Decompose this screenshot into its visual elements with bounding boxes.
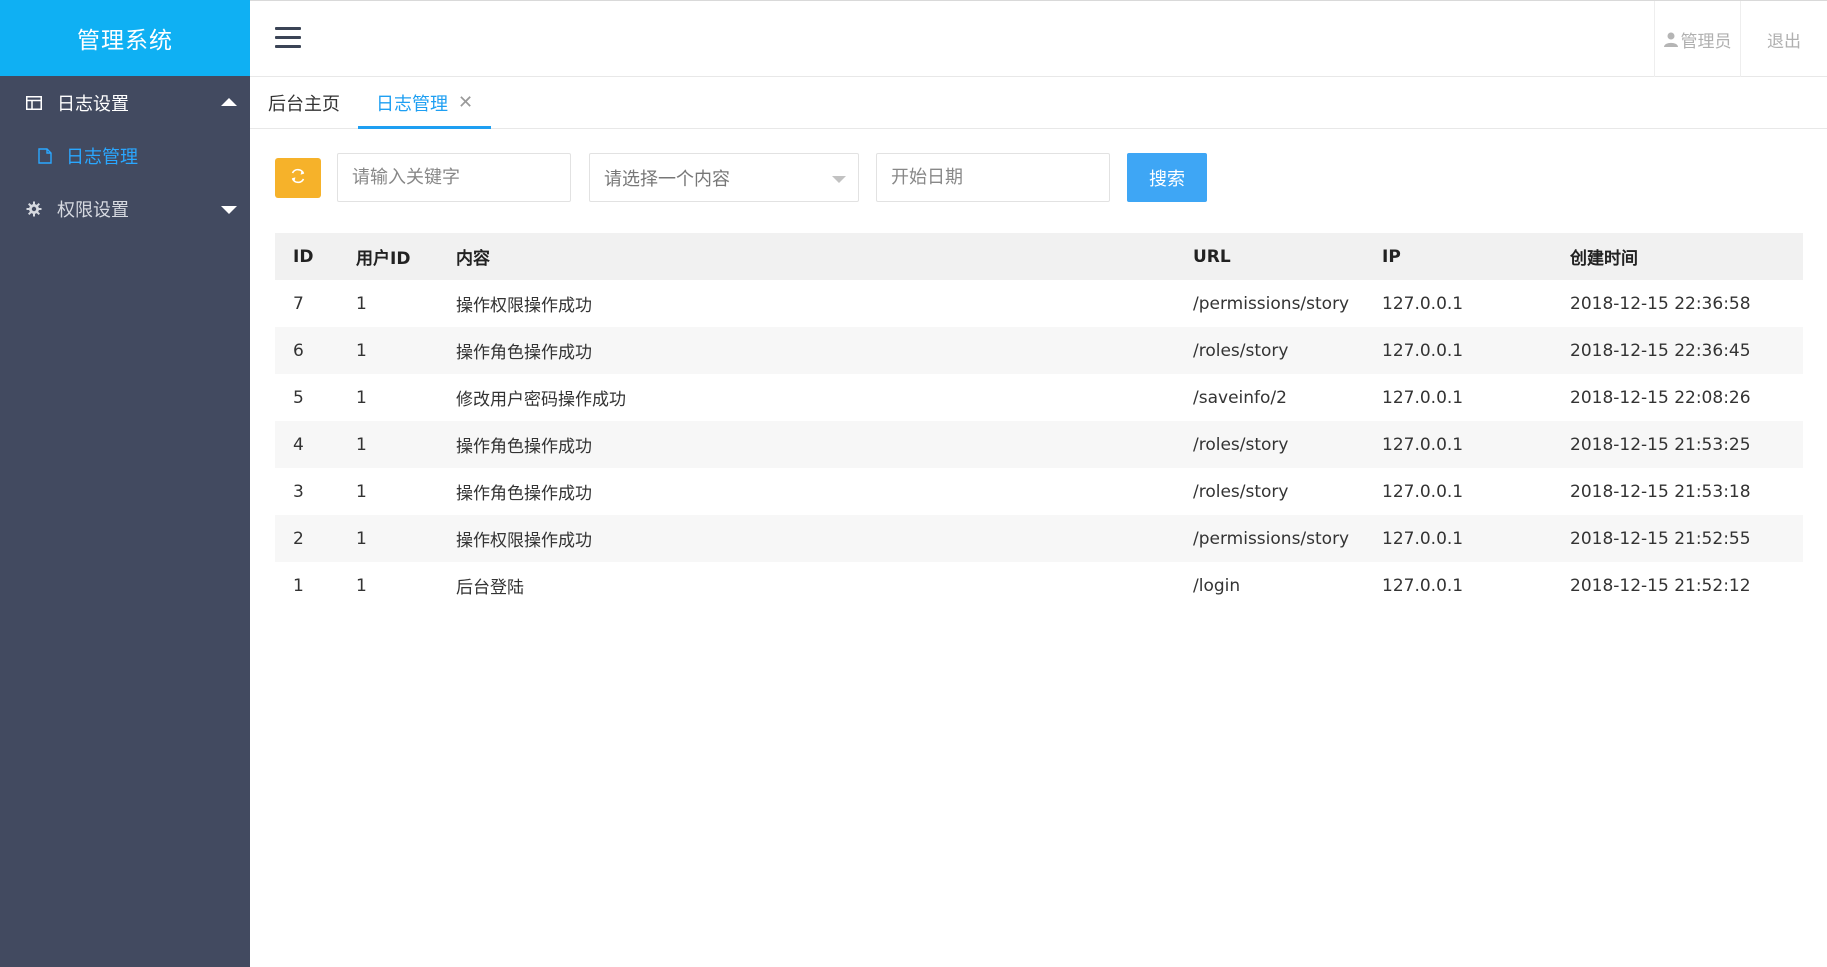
content-select[interactable]: 请选择一个内容: [589, 153, 859, 202]
user-icon: [1663, 32, 1678, 47]
tab-label: 后台主页: [268, 93, 340, 115]
cell-created-at: 2018-12-15 21:53:25: [1552, 421, 1803, 468]
column-header-ip: IP: [1364, 233, 1552, 280]
cell-url: /permissions/story: [1193, 293, 1350, 314]
table-row: 1 1 后台登陆/login 127.0.0.1 2018-12-15 21:52:12: [275, 562, 1803, 609]
cell-user-id: 1: [338, 327, 438, 374]
cell-content: 后台登陆: [456, 578, 524, 598]
sidebar-item-log-management[interactable]: 日志管理: [0, 129, 250, 182]
chevron-down-icon: [832, 176, 846, 183]
cell-id: 4: [275, 421, 338, 468]
sidebar-group-label: 日志设置: [57, 93, 129, 115]
caret-down-icon: [221, 205, 237, 214]
cell-id: 3: [293, 481, 304, 502]
sidebar-group-label: 权限设置: [57, 199, 129, 221]
user-name: 管理员: [1680, 31, 1732, 52]
cell-url: /roles/story: [1175, 421, 1364, 468]
table-row: 6 1 操作角色操作成功/roles/story 127.0.0.1 2018-12-1…: [275, 327, 1803, 374]
column-header-content: 内容: [438, 233, 1175, 280]
cell-user-id: 1: [356, 481, 367, 502]
close-icon[interactable]: ✕: [458, 92, 473, 113]
start-date-input[interactable]: [876, 153, 1110, 202]
cell-content: 操作角色操作成功: [438, 327, 1175, 374]
cell-id: 2: [275, 515, 338, 562]
filter-toolbar: 请选择一个内容 搜索: [275, 153, 1207, 202]
cell-id: 6: [275, 327, 338, 374]
column-header-id: ID: [275, 233, 338, 280]
cell-url: /saveinfo/2: [1193, 387, 1287, 408]
cell-created-at: 2018-12-15 21:53:18: [1570, 481, 1751, 502]
cell-url: /roles/story: [1175, 327, 1364, 374]
search-button[interactable]: 搜索: [1127, 153, 1207, 202]
cell-user-id: 1: [356, 387, 367, 408]
tab-home[interactable]: 后台主页: [250, 77, 358, 128]
cell-created-at: 2018-12-15 22:36:58: [1570, 293, 1751, 314]
cell-url: /permissions/story: [1175, 515, 1364, 562]
cell-id: 5: [293, 387, 304, 408]
user-menu[interactable]: 管理员: [1654, 1, 1741, 77]
cell-created-at: 2018-12-15 22:36:45: [1552, 327, 1803, 374]
table-body: 7 1 操作权限操作成功/permissions/story 127.0.0.1 201…: [275, 280, 1803, 609]
cell-user-id: 1: [338, 421, 438, 468]
sidebar: 管理系统 日志设置 日志管理 权限设置: [0, 0, 250, 967]
column-header-url: URL: [1175, 233, 1364, 280]
cell-user-id: 1: [356, 575, 367, 596]
select-placeholder: 请选择一个内容: [604, 168, 730, 190]
cell-url: /login: [1193, 575, 1241, 596]
cell-content: 修改用户密码操作成功: [456, 390, 626, 410]
log-table: ID 用户ID 内容 URL IP 创建时间 7 1 操作权限操作成功/permis…: [275, 233, 1803, 609]
gear-icon: [25, 200, 43, 218]
sidebar-group-permission-settings[interactable]: 权限设置: [0, 182, 250, 235]
cell-ip: 127.0.0.1: [1364, 515, 1552, 562]
table-row: 7 1 操作权限操作成功/permissions/story 127.0.0.1 201…: [275, 280, 1803, 327]
cell-content: 操作权限操作成功: [438, 515, 1175, 562]
cell-url: /roles/story: [1193, 481, 1289, 502]
table-row: 4 1 操作角色操作成功/roles/story 127.0.0.1 2018-12-1…: [275, 421, 1803, 468]
app-logo-title: 管理系统: [0, 0, 250, 76]
cell-ip: 127.0.0.1: [1382, 293, 1464, 314]
file-icon: [38, 147, 52, 164]
tab-bar: 后台主页 日志管理 ✕: [250, 77, 1827, 129]
refresh-icon: [289, 167, 307, 189]
cell-user-id: 1: [338, 515, 438, 562]
top-header: 管理员 退出: [250, 0, 1827, 77]
table-row: 3 1 操作角色操作成功/roles/story 127.0.0.1 2018-12-1…: [275, 468, 1803, 515]
cell-ip: 127.0.0.1: [1382, 481, 1464, 502]
sidebar-group-log-settings[interactable]: 日志设置: [0, 76, 250, 129]
table-header-row: ID 用户ID 内容 URL IP 创建时间: [275, 233, 1803, 280]
table-icon: [25, 94, 43, 112]
cell-content: 操作角色操作成功: [438, 421, 1175, 468]
logout-link[interactable]: 退出: [1741, 1, 1827, 77]
table-row: 2 1 操作权限操作成功/permissions/story 127.0.0.1 201…: [275, 515, 1803, 562]
cell-content: 操作权限操作成功: [456, 296, 592, 316]
cell-id: 1: [293, 575, 304, 596]
cell-created-at: 2018-12-15 21:52:12: [1570, 575, 1751, 596]
cell-created-at: 2018-12-15 21:52:55: [1552, 515, 1803, 562]
refresh-button[interactable]: [275, 157, 321, 198]
sidebar-item-label: 日志管理: [66, 146, 138, 168]
cell-ip: 127.0.0.1: [1382, 387, 1464, 408]
cell-content: 操作角色操作成功: [456, 484, 592, 504]
column-header-created-at: 创建时间: [1552, 233, 1803, 280]
cell-ip: 127.0.0.1: [1364, 327, 1552, 374]
tab-label: 日志管理: [376, 93, 448, 115]
cell-id: 7: [293, 293, 304, 314]
cell-user-id: 1: [356, 293, 367, 314]
menu-toggle-icon[interactable]: [275, 27, 301, 49]
cell-ip: 127.0.0.1: [1364, 421, 1552, 468]
column-header-user-id: 用户ID: [338, 233, 438, 280]
cell-created-at: 2018-12-15 22:08:26: [1570, 387, 1751, 408]
keyword-input[interactable]: [337, 153, 571, 202]
caret-up-icon: [221, 97, 237, 106]
tab-log-management[interactable]: 日志管理 ✕: [358, 77, 492, 129]
cell-ip: 127.0.0.1: [1382, 575, 1464, 596]
table-row: 5 1 修改用户密码操作成功/saveinfo/2 127.0.0.1 2018-12-…: [275, 374, 1803, 421]
